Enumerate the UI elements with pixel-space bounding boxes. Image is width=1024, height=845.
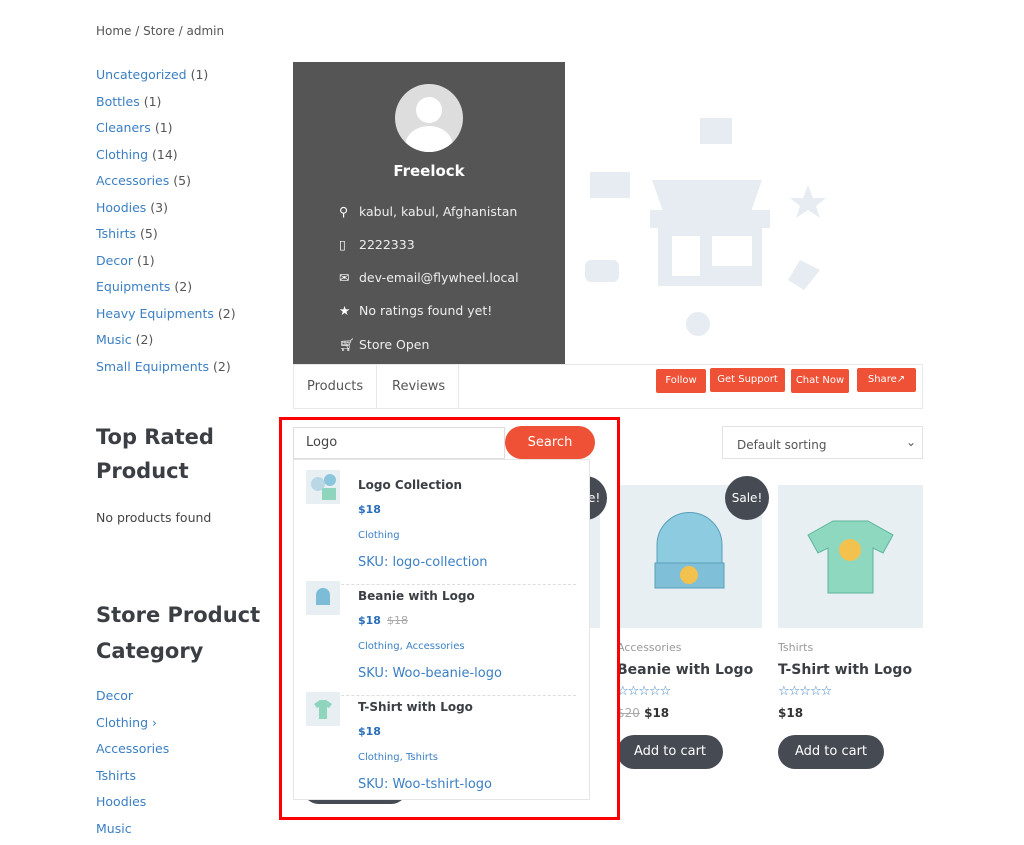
- title-line: Store Product: [96, 603, 261, 627]
- get-support-button[interactable]: Get Support: [710, 368, 785, 392]
- result-categories[interactable]: Clothing, Tshirts: [358, 752, 438, 763]
- result-sku: SKU: Woo-beanie-logo: [358, 666, 502, 681]
- product-category: Tshirts: [778, 641, 814, 654]
- store-phone: ▯ 2222333: [339, 237, 415, 252]
- search-button[interactable]: Search: [505, 426, 595, 459]
- result-price: $18: [358, 725, 381, 738]
- breadcrumb: Home / Store / admin: [96, 24, 225, 38]
- product-price: $18: [778, 706, 804, 720]
- phone-icon: ▯: [339, 237, 346, 252]
- tab-products[interactable]: Products: [294, 365, 378, 408]
- category-link[interactable]: Uncategorized (1): [96, 67, 208, 82]
- follow-button[interactable]: Follow: [656, 369, 706, 393]
- result-sku: SKU: logo-collection: [358, 555, 488, 570]
- search-result-item[interactable]: Beanie with Logo $18 $18 Clothing, Access…: [306, 571, 576, 682]
- search-result-item[interactable]: Logo Collection $18 Clothing SKU: logo-c…: [306, 460, 576, 571]
- store-name: Freelock: [393, 162, 465, 180]
- category-link[interactable]: Small Equipments (2): [96, 359, 231, 374]
- category-link[interactable]: Hoodies (3): [96, 200, 168, 215]
- result-title[interactable]: T-Shirt with Logo: [358, 700, 473, 714]
- store-status: 🛒︎ Store Open: [339, 337, 430, 352]
- add-to-cart-button[interactable]: Add to cart: [778, 735, 884, 769]
- store-banner: Freelock ⚲ kabul, kabul, Afghanistan ▯ 222…: [293, 62, 565, 364]
- store-address: ⚲ kabul, kabul, Afghanistan: [339, 204, 518, 219]
- store-illustration-icon: [585, 118, 826, 336]
- avatar: [395, 84, 463, 152]
- result-categories[interactable]: Clothing, Accessories: [358, 641, 465, 652]
- sale-badge: Sale!: [725, 476, 769, 520]
- product-thumbnail: [306, 581, 340, 615]
- top-rated-title: Top Rated Product: [96, 420, 214, 488]
- chat-now-button[interactable]: Chat Now: [791, 369, 849, 393]
- product-title[interactable]: T-Shirt with Logo: [778, 662, 912, 678]
- store-category-link[interactable]: Tshirts: [96, 768, 136, 783]
- category-link[interactable]: Cleaners (1): [96, 120, 173, 135]
- cart-icon: 🛒︎: [339, 337, 355, 352]
- product-search-input[interactable]: Logo: [293, 427, 505, 459]
- result-price: $18 $18: [358, 614, 408, 627]
- store-rating: ★ No ratings found yet!: [339, 303, 493, 318]
- map-pin-icon: ⚲: [339, 204, 349, 219]
- search-result-item[interactable]: T-Shirt with Logo $18 Clothing, Tshirts …: [306, 682, 576, 793]
- no-products-text: No products found: [96, 510, 212, 525]
- store-category-link[interactable]: Decor: [96, 688, 133, 703]
- store-category-link[interactable]: Music: [96, 821, 132, 836]
- product-thumbnail: [306, 692, 340, 726]
- result-sku: SKU: Woo-tshirt-logo: [358, 777, 493, 792]
- store-category-link[interactable]: Clothing ›: [96, 715, 157, 730]
- star-icon: ★: [339, 303, 351, 318]
- envelope-icon: ✉: [339, 270, 350, 285]
- store-category-link[interactable]: Hoodies: [96, 794, 146, 809]
- category-link[interactable]: Clothing (14): [96, 147, 178, 162]
- chevron-down-icon: ⌄: [905, 435, 916, 449]
- store-category-title: Store Product Category: [96, 597, 260, 669]
- title-line: Product: [96, 459, 189, 483]
- product-category: Accessories: [617, 641, 682, 654]
- title-line: Top Rated: [96, 425, 214, 449]
- product-price: $20 $18: [617, 706, 670, 720]
- tab-reviews[interactable]: Reviews: [379, 365, 459, 408]
- result-price: $18: [358, 503, 381, 516]
- category-link[interactable]: Accessories (5): [96, 173, 191, 188]
- rating-stars: ☆☆☆☆☆: [617, 684, 671, 699]
- category-link[interactable]: Equipments (2): [96, 279, 192, 294]
- title-line: Category: [96, 639, 204, 663]
- store-tabs: Products Reviews Follow Get Support Chat…: [293, 364, 923, 409]
- result-categories[interactable]: Clothing: [358, 530, 400, 541]
- product-thumbnail: [306, 470, 340, 504]
- result-title[interactable]: Logo Collection: [358, 478, 462, 492]
- add-to-cart-button[interactable]: Add to cart: [617, 735, 723, 769]
- category-link[interactable]: Tshirts (5): [96, 226, 158, 241]
- sorting-select[interactable]: Default sorting ⌄: [722, 426, 923, 459]
- share-button[interactable]: Share↗: [857, 368, 916, 392]
- category-link[interactable]: Bottles (1): [96, 94, 161, 109]
- external-link-icon: ↗: [896, 374, 906, 385]
- search-results-dropdown: Logo Collection $18 Clothing SKU: logo-c…: [293, 459, 590, 800]
- store-email: ✉ dev-email@flywheel.local: [339, 270, 519, 285]
- store-category-link[interactable]: Accessories: [96, 741, 169, 756]
- product-title[interactable]: Beanie with Logo: [617, 662, 753, 678]
- result-title[interactable]: Beanie with Logo: [358, 589, 475, 603]
- category-link[interactable]: Decor (1): [96, 253, 155, 268]
- category-link[interactable]: Music (2): [96, 332, 153, 347]
- rating-stars: ☆☆☆☆☆: [778, 684, 832, 699]
- product-image[interactable]: [778, 485, 923, 628]
- category-link[interactable]: Heavy Equipments (2): [96, 306, 236, 321]
